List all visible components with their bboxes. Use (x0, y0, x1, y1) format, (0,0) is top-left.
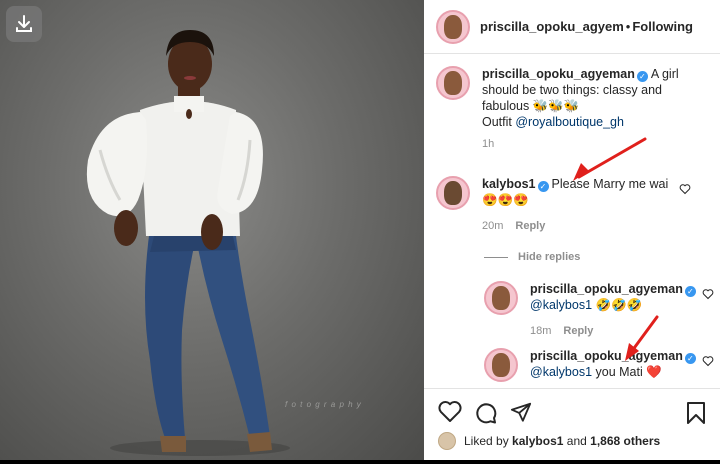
reply-mention[interactable]: @kalybos1 (530, 365, 592, 379)
comment-like-heart-icon[interactable] (679, 183, 691, 195)
bookmark-icon[interactable] (686, 401, 706, 425)
following-button[interactable]: Following (632, 19, 693, 34)
hide-replies-line (484, 256, 508, 258)
liker-avatar (438, 432, 456, 450)
caption-username[interactable]: priscilla_opoku_agyeman (482, 67, 635, 81)
post-modal: f o t o g r a p h y priscilla_opoku_agye… (0, 0, 720, 460)
reply-avatar[interactable] (484, 281, 518, 315)
reply-mention[interactable]: @kalybos1 (530, 298, 592, 312)
reply-meta: 18m Reply (530, 323, 700, 339)
comment-text-block: kalybos1 ✓ Please Marry me wai 😍😍😍 20m Repl… (482, 176, 672, 234)
likes-middle: and (566, 434, 587, 448)
caption-time: 1h (482, 138, 495, 150)
red-arrow-annotation (573, 137, 647, 181)
reply-text-block: priscilla_opoku_agyeman ✓ @kalybos1 you M… (530, 348, 700, 382)
reply-like-heart-icon[interactable] (702, 288, 714, 300)
author-avatar[interactable] (436, 9, 470, 44)
post-side-panel: priscilla_opoku_agyem • Following prisci… (424, 0, 720, 460)
verified-badge-icon: ✓ (684, 286, 696, 297)
hide-replies-label: Hide replies (518, 251, 581, 263)
reply-text: you Mati (595, 365, 643, 379)
caption-avatar[interactable] (436, 66, 470, 100)
comment-reply-button[interactable]: Reply (515, 220, 545, 232)
share-icon[interactable] (510, 401, 532, 423)
post-header: priscilla_opoku_agyem • Following (424, 0, 720, 54)
caption-emoji: 🐝🐝🐝 (532, 99, 580, 113)
reply-like-heart-icon[interactable] (702, 355, 714, 367)
reply-text-block: priscilla_opoku_agyeman ✓ @kalybos1 🤣🤣🤣 1… (530, 281, 700, 339)
reply-time: 18m (530, 325, 552, 337)
action-bar (424, 388, 720, 428)
reply-username[interactable]: priscilla_opoku_agyeman (530, 282, 683, 296)
comment-username[interactable]: kalybos1 (482, 177, 536, 191)
caption-outfit-link[interactable]: @royalboutique_gh (515, 115, 624, 129)
comment-icon[interactable] (474, 401, 498, 425)
likes-summary[interactable]: Liked by kalybos1 and 1,868 others (438, 432, 660, 450)
likes-user[interactable]: kalybos1 (512, 434, 563, 448)
comment-emoji: 😍😍😍 (482, 193, 529, 207)
likes-prefix: Liked by (464, 434, 509, 448)
red-arrow-annotation (625, 315, 659, 361)
reply-reply-button[interactable]: Reply (563, 325, 593, 337)
author-username[interactable]: priscilla_opoku_agyem (480, 19, 624, 34)
reply-row: priscilla_opoku_agyeman ✓ @kalybos1 🤣🤣🤣 1… (484, 281, 714, 339)
reply-avatar[interactable] (484, 348, 518, 382)
comments-list[interactable]: priscilla_opoku_agyeman ✓ A girl should be… (424, 55, 720, 387)
reply-row: priscilla_opoku_agyeman ✓ @kalybos1 you M… (484, 348, 714, 382)
comment-time: 20m (482, 220, 504, 232)
verified-badge-icon: ✓ (636, 71, 648, 82)
verified-badge-icon: ✓ (684, 353, 696, 364)
caption-outfit-label: Outfit (482, 115, 512, 129)
post-photo[interactable]: f o t o g r a p h y (0, 0, 424, 460)
hide-replies-button[interactable]: Hide replies (484, 251, 580, 263)
photo-watermark: f o t o g r a p h y (285, 400, 362, 409)
woman-figure-illustration (86, 30, 290, 456)
heart-icon[interactable] (438, 401, 462, 423)
comment-meta: 20m Reply (482, 218, 672, 234)
reply-emoji: 🤣🤣🤣 (595, 298, 643, 312)
commenter-avatar[interactable] (436, 176, 470, 210)
likes-count[interactable]: 1,868 others (590, 434, 660, 448)
download-icon (16, 15, 32, 32)
header-separator: • (625, 19, 631, 34)
comment-row: kalybos1 ✓ Please Marry me wai 😍😍😍 20m Repl… (436, 176, 706, 234)
download-button[interactable] (6, 6, 42, 42)
reply-emoji: ❤️ (646, 365, 662, 379)
verified-badge-icon: ✓ (537, 181, 549, 192)
